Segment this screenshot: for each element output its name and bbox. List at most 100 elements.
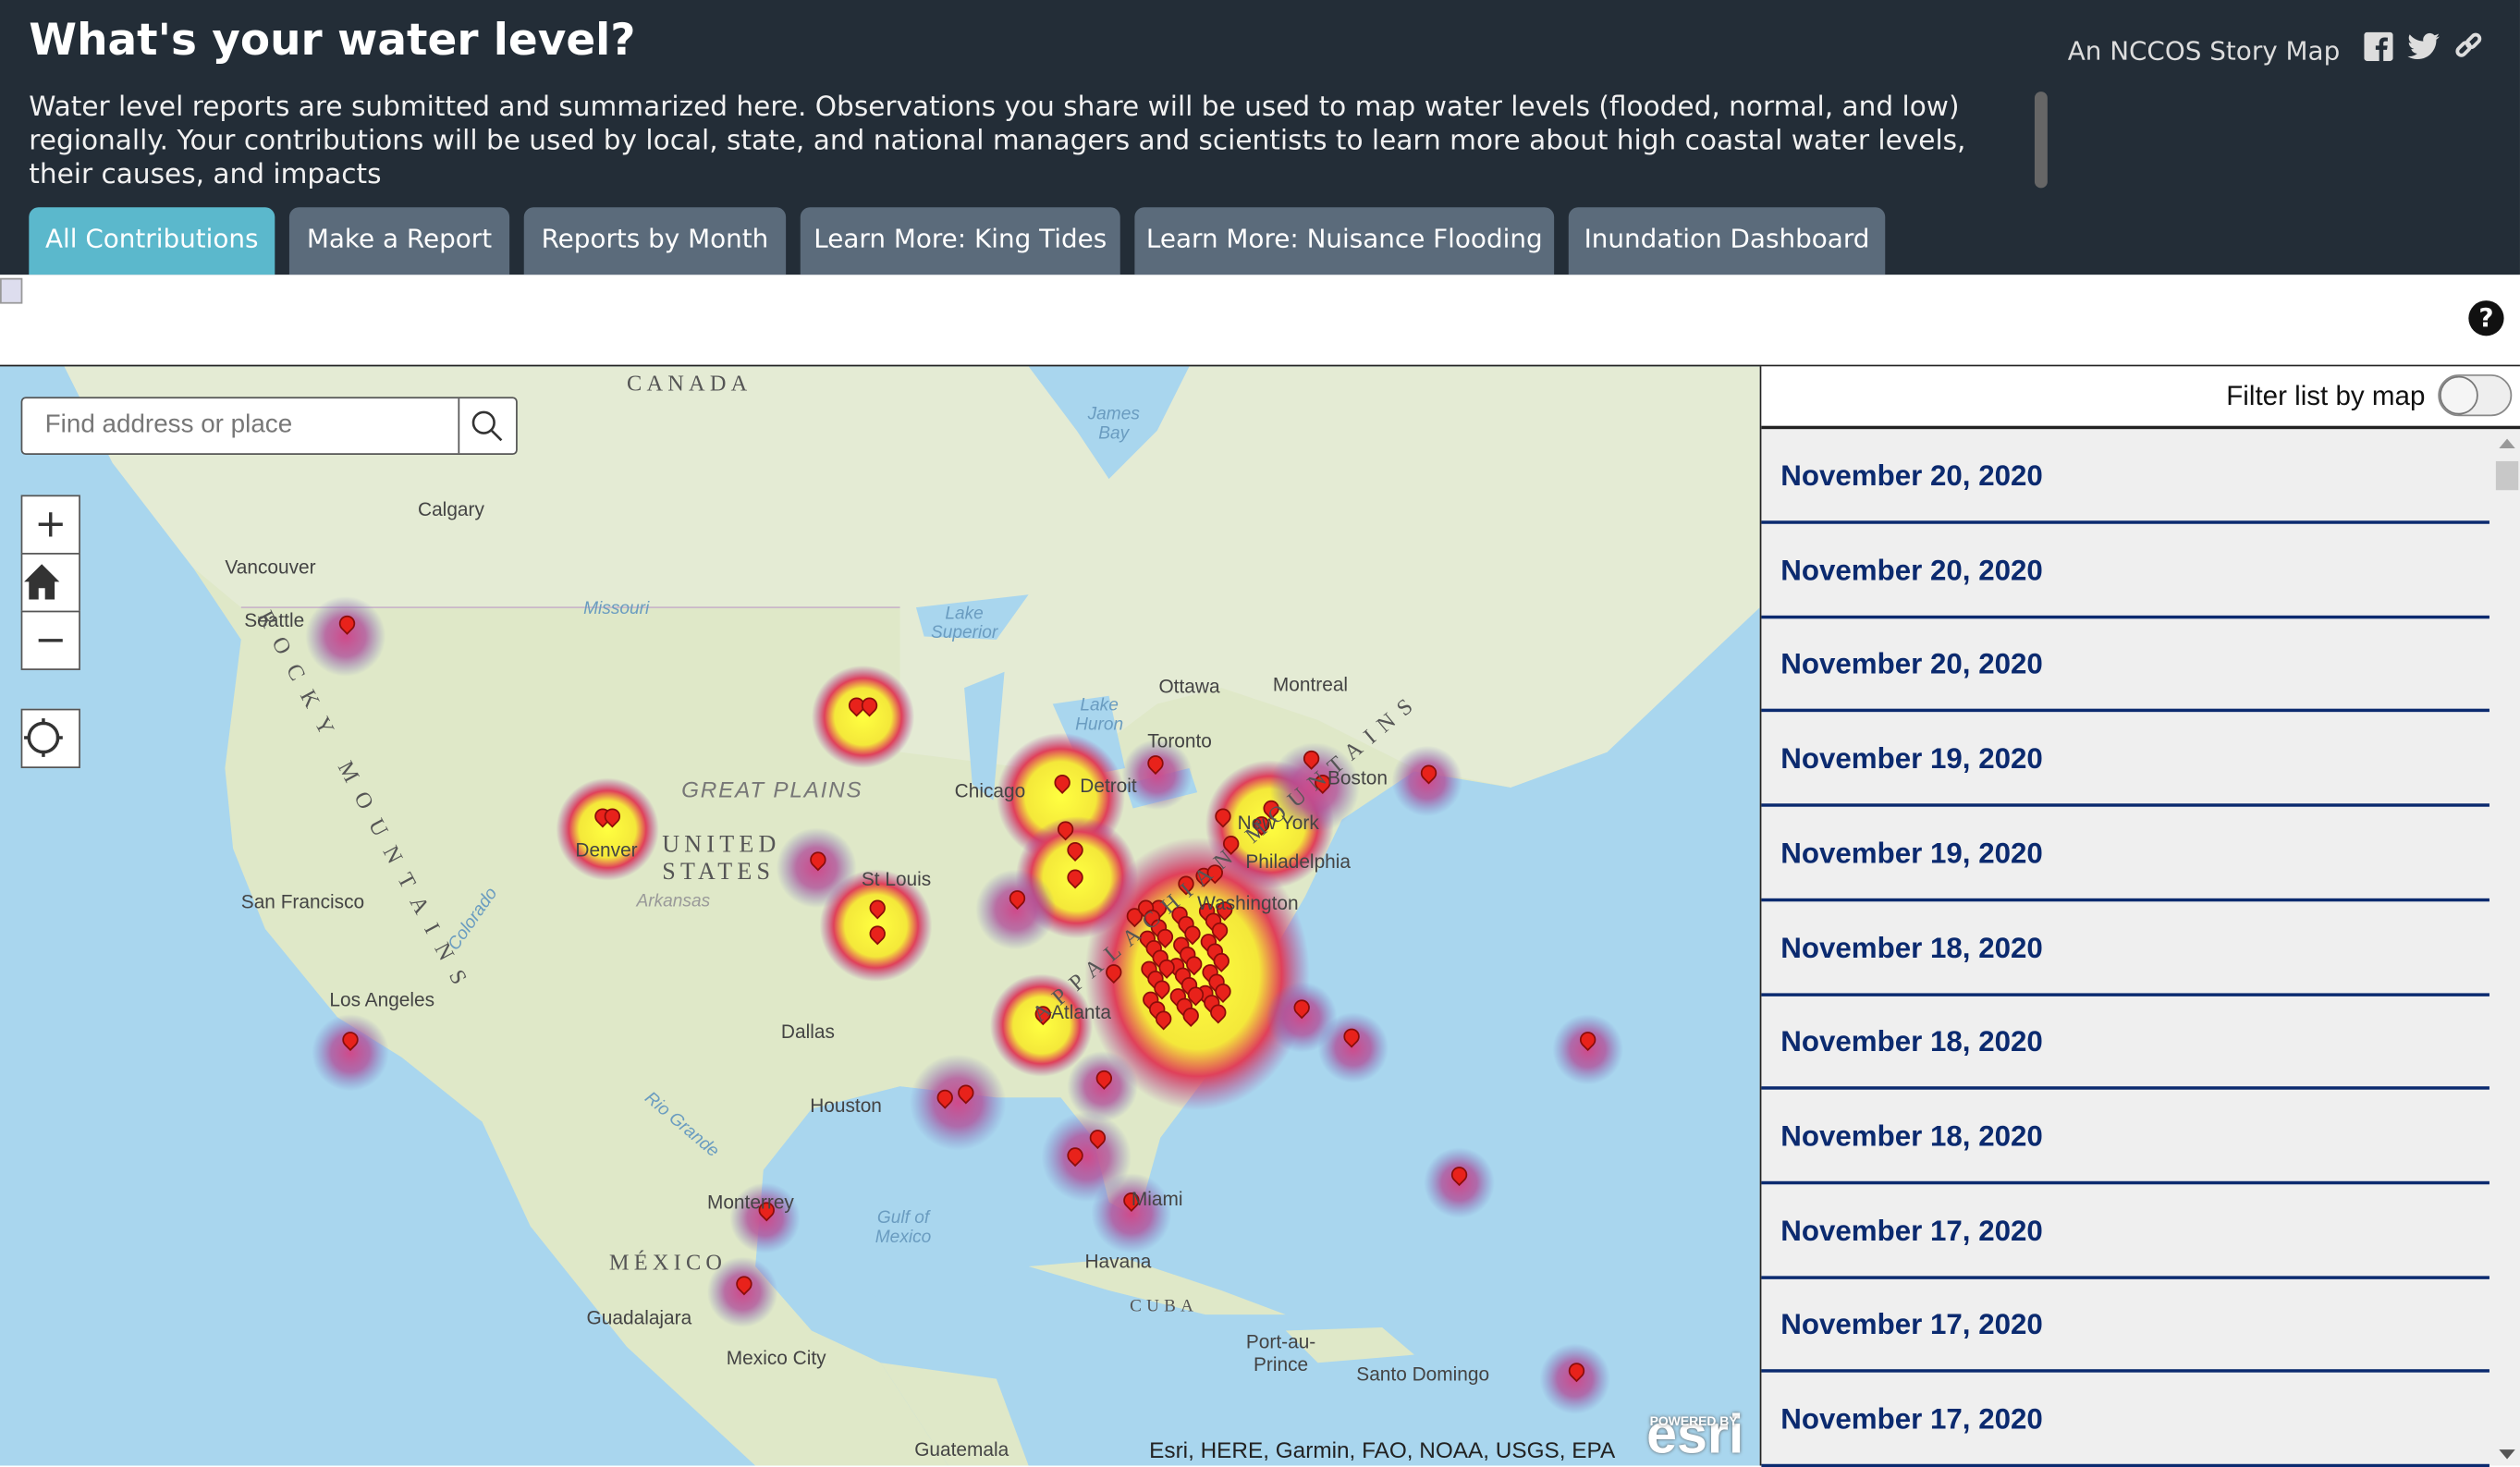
contribution-date: November 20, 2020	[1780, 554, 2043, 587]
map-label: Miami	[1131, 1187, 1183, 1211]
map-label: CUBA	[1130, 1296, 1199, 1316]
map-label: Calgary	[418, 497, 484, 521]
heat-louisiana	[909, 1054, 1007, 1151]
search-icon	[471, 410, 503, 442]
home-icon	[24, 564, 60, 600]
page-title: What's your water level?	[29, 16, 636, 67]
tab-all-contributions[interactable]: All Contributions	[29, 207, 275, 275]
heat-la	[312, 1013, 389, 1092]
map-label: Monterrey	[706, 1191, 794, 1214]
contribution-date: November 17, 2020	[1780, 1402, 2043, 1436]
help-icon[interactable]: ?	[2468, 300, 2504, 336]
filter-label: Filter list by map	[2226, 381, 2426, 412]
contribution-date: November 19, 2020	[1780, 837, 2043, 870]
map-label: Havana	[1084, 1250, 1152, 1273]
contribution-list-item[interactable]: November 18, 2020	[1761, 900, 2489, 996]
search-input[interactable]: Find address or place	[20, 397, 518, 455]
link-icon[interactable]	[2453, 32, 2485, 65]
contribution-list-item[interactable]: November 20, 2020	[1761, 429, 2489, 524]
map-label: Montreal	[1272, 673, 1349, 696]
map-label: Lake Huron	[1075, 695, 1124, 735]
map-label: MÉXICO	[608, 1252, 728, 1277]
header: What's your water level? Water level rep…	[0, 0, 2520, 275]
toggle-knob	[2440, 375, 2478, 415]
filter-toggle[interactable]	[2438, 374, 2513, 417]
map-label: Lake Superior	[930, 604, 998, 643]
map-label: Houston	[810, 1094, 882, 1118]
map-label: Missouri	[583, 599, 650, 619]
map-label: Guatemala	[914, 1437, 1009, 1461]
map-label: Los Angeles	[329, 988, 435, 1011]
map-label: Philadelphia	[1245, 850, 1352, 874]
twitter-icon[interactable]	[2407, 32, 2440, 65]
contribution-date: November 19, 2020	[1780, 742, 2043, 776]
contribution-date: November 18, 2020	[1780, 1025, 2043, 1058]
toolbar: ?	[0, 275, 2520, 369]
map-label: Guadalajara	[586, 1306, 692, 1329]
map-label: CANADA	[627, 373, 752, 397]
home-button[interactable]	[20, 553, 80, 613]
heat-miami	[1091, 1173, 1172, 1254]
map-label: Port-au-Prince	[1245, 1330, 1316, 1376]
map-label: Washington	[1197, 891, 1299, 915]
locate-icon	[24, 718, 63, 757]
filter-bar: Filter list by map	[1761, 366, 2520, 430]
tab-king-tides[interactable]: Learn More: King Tides	[800, 207, 1120, 275]
description-scrollbar[interactable]	[2034, 92, 2048, 189]
esri-logo: POWERED BY esri	[1646, 1404, 1744, 1466]
contribution-list-item[interactable]: November 19, 2020	[1761, 806, 2489, 901]
contribution-date: November 17, 2020	[1780, 1308, 2043, 1341]
contribution-list-item[interactable]: November 20, 2020	[1761, 617, 2489, 713]
map-label: Denver	[575, 838, 638, 862]
heat-denver	[556, 777, 659, 881]
contribution-list-item[interactable]: November 19, 2020	[1761, 712, 2489, 807]
contribution-list-item[interactable]: November 17, 2020	[1761, 1184, 2489, 1279]
map-label: Dallas	[780, 1020, 835, 1044]
map-label: Chicago	[954, 779, 1026, 802]
map-label: Mexico City	[726, 1346, 826, 1370]
map-label: Ottawa	[1158, 675, 1220, 698]
map-label: UNITED STATES	[662, 832, 781, 886]
map[interactable]: CANADA Calgary Vancouver Seattle Missour…	[0, 366, 1760, 1466]
contribution-list-item[interactable]: November 18, 2020	[1761, 995, 2489, 1091]
map-label: Arkansas	[636, 891, 711, 911]
search-button[interactable]	[458, 398, 516, 454]
heat-michigan	[811, 665, 915, 769]
contribution-list-item[interactable]: November 18, 2020	[1761, 1090, 2489, 1185]
map-label: James Bay	[1087, 405, 1140, 444]
map-label: Detroit	[1080, 774, 1137, 798]
contributions-sidebar: Filter list by map November 20, 2020 Nove…	[1759, 366, 2520, 1467]
facebook-icon[interactable]	[2363, 31, 2395, 65]
tab-nuisance-flooding[interactable]: Learn More: Nuisance Flooding	[1134, 207, 1555, 275]
map-label: St Louis	[861, 867, 932, 891]
contribution-date: November 18, 2020	[1780, 1119, 2043, 1153]
heat-offshore1	[1317, 1012, 1389, 1083]
map-label: Toronto	[1147, 729, 1212, 752]
map-label: Santo Domingo	[1356, 1363, 1490, 1386]
tab-make-a-report[interactable]: Make a Report	[288, 207, 510, 275]
search-placeholder: Find address or place	[44, 411, 293, 439]
contribution-date: November 17, 2020	[1780, 1214, 2043, 1247]
map-label: Gulf of Mexico	[875, 1208, 932, 1248]
map-label: GREAT PLAINS	[681, 776, 863, 802]
broken-image-icon	[0, 277, 23, 304]
contribution-date: November 20, 2020	[1780, 459, 2043, 492]
heat-seattle	[305, 595, 386, 677]
locate-button[interactable]	[20, 708, 80, 769]
map-attribution: Esri, HERE, Garmin, FAO, NOAA, USGS, EPA	[1149, 1436, 1616, 1463]
zoom-out-button[interactable]: −	[20, 610, 80, 670]
brand-label: An NCCOS Story Map	[2067, 35, 2341, 67]
tab-reports-by-month[interactable]: Reports by Month	[523, 207, 787, 275]
zoom-in-button[interactable]: +	[20, 495, 80, 555]
contribution-list-item[interactable]: November 17, 2020	[1761, 1278, 2489, 1374]
heat-indiana	[975, 869, 1057, 950]
tab-inundation-dashboard[interactable]: Inundation Dashboard	[1568, 207, 1886, 275]
page-description: Water level reports are submitted and su…	[29, 92, 1966, 191]
map-label: Vancouver	[225, 556, 316, 579]
contribution-date: November 20, 2020	[1780, 648, 2043, 681]
map-label: San Francisco	[240, 890, 365, 913]
contribution-date: November 18, 2020	[1780, 931, 2043, 964]
contribution-list-item[interactable]: November 17, 2020	[1761, 1373, 2489, 1467]
contribution-list-item[interactable]: November 20, 2020	[1761, 523, 2489, 618]
list-scrollbar[interactable]	[2492, 429, 2520, 1465]
